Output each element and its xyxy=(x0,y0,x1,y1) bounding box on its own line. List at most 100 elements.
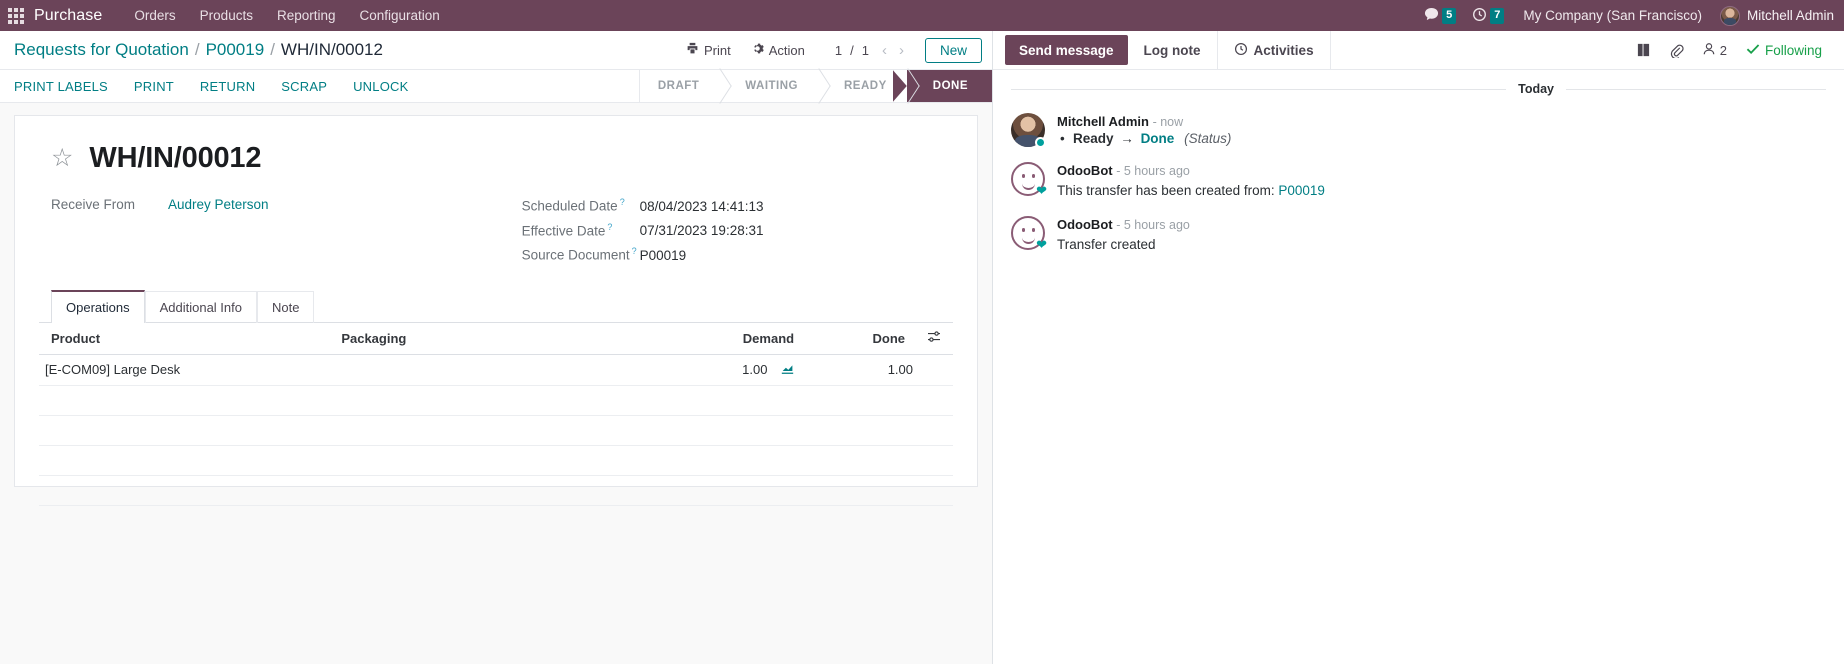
tab-note[interactable]: Note xyxy=(257,290,315,323)
following-toggle[interactable]: Following xyxy=(1736,43,1828,58)
message-author[interactable]: OdooBot xyxy=(1057,217,1113,232)
app-brand-purchase[interactable]: Purchase xyxy=(32,7,122,25)
column-options-icon[interactable] xyxy=(919,322,953,355)
status-stages: DRAFT WAITING READY DONE xyxy=(638,70,992,102)
notebook: Operations Additional Info Note Product … xyxy=(39,289,953,506)
pager-total: 1 xyxy=(861,42,869,58)
avatar[interactable] xyxy=(1011,113,1046,148)
cell-product[interactable]: [E-COM09] Large Desk xyxy=(39,354,336,386)
message-author[interactable]: OdooBot xyxy=(1057,163,1113,178)
message-timestamp: - now xyxy=(1152,115,1184,129)
nav-item-reporting[interactable]: Reporting xyxy=(265,3,348,28)
field-value-effective-date[interactable]: 07/31/2023 19:28:31 xyxy=(640,223,764,238)
messages-menu[interactable]: 5 xyxy=(1417,7,1463,25)
apps-grid-icon[interactable] xyxy=(6,6,26,26)
pager-value[interactable]: 1 xyxy=(829,43,848,58)
table-row[interactable]: [E-COM09] Large Desk 1.00 1.00 xyxy=(39,354,953,386)
nav-item-configuration[interactable]: Configuration xyxy=(348,3,452,28)
stage-waiting[interactable]: WAITING xyxy=(719,70,818,102)
gear-icon xyxy=(751,42,764,58)
company-switcher[interactable]: My Company (San Francisco) xyxy=(1513,8,1712,23)
cell-demand-value: 1.00 xyxy=(742,361,768,377)
field-value-source-document[interactable]: P00019 xyxy=(640,248,687,263)
pager: 1 / 1 ‹ › xyxy=(815,42,913,59)
message-timestamp: - 5 hours ago xyxy=(1116,164,1190,178)
message-text-body: This transfer has been created from: xyxy=(1057,183,1279,198)
nav-item-products[interactable]: Products xyxy=(188,3,265,28)
divider xyxy=(1566,88,1826,90)
breadcrumb-item-p00019[interactable]: P00019 xyxy=(206,40,265,60)
message-text: This transfer has been created from: P00… xyxy=(1057,181,1325,201)
message-author[interactable]: Mitchell Admin xyxy=(1057,114,1149,129)
book-icon[interactable] xyxy=(1627,43,1660,57)
column-header-packaging: Packaging xyxy=(335,322,632,355)
tab-additional-info[interactable]: Additional Info xyxy=(144,290,257,323)
star-outline-icon[interactable]: ☆ xyxy=(51,146,73,171)
sheet-background: ☆ WH/IN/00012 Receive From Audrey Peters… xyxy=(0,103,992,664)
field-value-scheduled-date[interactable]: 08/04/2023 14:41:13 xyxy=(640,199,764,214)
unlock-button[interactable]: UNLOCK xyxy=(340,75,421,98)
chevron-right-icon[interactable]: › xyxy=(894,42,909,59)
field-receive-from: Receive From Audrey Peterson xyxy=(51,197,522,212)
print-button[interactable]: Print xyxy=(676,38,741,62)
tracking-item: Ready → Done (Status) xyxy=(1057,131,1231,146)
field-source-document: Source Document? P00019 xyxy=(522,246,953,263)
table-header: Product Packaging Demand Done xyxy=(39,322,953,355)
form-action-buttons: PRINT LABELS PRINT RETURN SCRAP UNLOCK xyxy=(0,70,639,102)
log-note-button[interactable]: Log note xyxy=(1128,31,1217,69)
avatar[interactable]: ❤ xyxy=(1011,162,1047,198)
day-separator: Today xyxy=(993,82,1844,96)
message-header: OdooBot - 5 hours ago xyxy=(1057,217,1190,232)
breadcrumb-separator: / xyxy=(194,40,200,59)
column-header-done: Done xyxy=(800,322,920,355)
check-icon xyxy=(1746,43,1760,58)
send-message-button[interactable]: Send message xyxy=(1005,35,1128,65)
heart-icon: ❤ xyxy=(1036,236,1047,252)
messages-count-badge: 5 xyxy=(1442,7,1457,24)
nav-item-orders[interactable]: Orders xyxy=(122,3,187,28)
chevron-left-icon[interactable]: ‹ xyxy=(877,42,892,59)
message-body: OdooBot - 5 hours ago This transfer has … xyxy=(1057,162,1325,201)
table-header-row: Product Packaging Demand Done xyxy=(39,322,953,355)
followers-button[interactable]: 2 xyxy=(1693,42,1736,59)
cell-done[interactable]: 1.00 xyxy=(800,354,920,386)
action-button[interactable]: Action xyxy=(741,38,815,62)
field-label-scheduled-date: Scheduled Date? xyxy=(521,197,625,214)
table-body: [E-COM09] Large Desk 1.00 1.00 xyxy=(39,354,953,506)
cell-demand[interactable]: 1.00 xyxy=(631,354,801,386)
scrap-button[interactable]: SCRAP xyxy=(268,75,340,98)
top-navbar: Purchase Orders Products Reporting Confi… xyxy=(0,0,1844,31)
field-group: Receive From Audrey Peterson Scheduled D… xyxy=(39,197,953,263)
breadcrumb-item-requests-for-quotation[interactable]: Requests for Quotation xyxy=(14,40,189,60)
print-labels-button[interactable]: PRINT LABELS xyxy=(14,75,121,98)
form-sheet: ☆ WH/IN/00012 Receive From Audrey Peters… xyxy=(14,115,978,506)
activities-button[interactable]: Activities xyxy=(1216,31,1331,69)
followers-count: 2 xyxy=(1719,42,1727,58)
user-menu[interactable]: Mitchell Admin xyxy=(1714,5,1834,26)
empty-cell xyxy=(39,445,953,476)
print-button-secondary[interactable]: PRINT xyxy=(121,75,187,98)
field-value-receive-from[interactable]: Audrey Peterson xyxy=(168,197,269,212)
avatar[interactable]: ❤ xyxy=(1011,215,1047,252)
heart-icon: ❤ xyxy=(1036,183,1047,198)
empty-cell xyxy=(39,475,953,506)
paperclip-icon[interactable] xyxy=(1660,43,1693,58)
cell-packaging[interactable] xyxy=(335,354,632,386)
printer-icon xyxy=(686,42,699,58)
column-header-demand: Demand xyxy=(631,322,801,355)
stage-draft[interactable]: DRAFT xyxy=(639,70,720,102)
help-icon[interactable]: ? xyxy=(632,246,637,256)
message-header: OdooBot - 5 hours ago xyxy=(1057,163,1325,178)
help-icon[interactable]: ? xyxy=(620,197,625,207)
detailed-operations-icon[interactable] xyxy=(781,363,794,378)
tab-operations[interactable]: Operations xyxy=(51,289,145,323)
statusbar-row: PRINT LABELS PRINT RETURN SCRAP UNLOCK D… xyxy=(0,70,992,103)
table-empty-row xyxy=(39,445,953,476)
return-button[interactable]: RETURN xyxy=(187,75,268,98)
help-icon[interactable]: ? xyxy=(607,222,612,232)
message-record-link[interactable]: P00019 xyxy=(1278,183,1325,198)
activities-menu[interactable]: 7 xyxy=(1465,7,1511,25)
new-button[interactable]: New xyxy=(924,37,982,63)
message-item: ❤ OdooBot - 5 hours ago Transfer created xyxy=(993,213,1844,267)
record-title-row: ☆ WH/IN/00012 xyxy=(51,142,953,175)
